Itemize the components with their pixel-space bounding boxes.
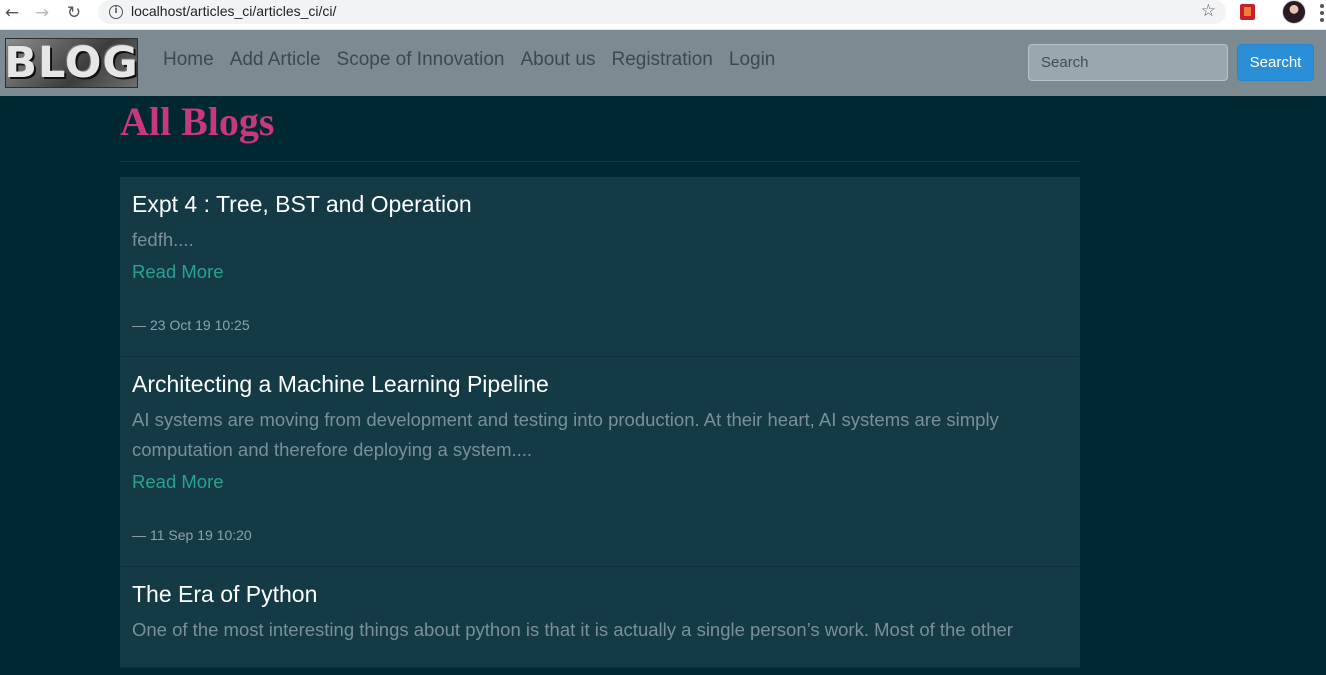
browser-toolbar: ← → ↻ i localhost/articles_ci/articles_c…	[0, 0, 1326, 30]
read-more-link[interactable]: Read More	[132, 468, 224, 496]
forward-icon[interactable]: →	[30, 2, 54, 24]
back-icon[interactable]: ←	[0, 2, 24, 24]
nav-link-about-us[interactable]: About us	[512, 49, 603, 71]
post-excerpt: One of the most interesting things about…	[132, 619, 1013, 640]
post-date: —23 Oct 19 10:25	[132, 316, 1068, 334]
nav-link-scope-of-innovation[interactable]: Scope of Innovation	[329, 49, 513, 71]
post-date: —11 Sep 19 10:20	[132, 526, 1068, 544]
logo-text: BLOG	[5, 38, 138, 88]
date-dash: —	[132, 317, 146, 333]
profile-avatar[interactable]	[1282, 0, 1306, 24]
nav-link-login[interactable]: Login	[721, 49, 784, 71]
post-list: Expt 4 : Tree, BST and Operation fedfh..…	[120, 177, 1080, 668]
post-excerpt: fedfh....	[132, 229, 194, 250]
title-divider	[120, 161, 1080, 162]
search-input[interactable]	[1028, 44, 1228, 81]
post-item: Expt 4 : Tree, BST and Operation fedfh..…	[120, 177, 1080, 357]
post-excerpt: AI systems are moving from development a…	[132, 409, 999, 460]
post-item: The Era of Python One of the most intere…	[120, 567, 1080, 668]
browser-menu-icon[interactable]	[1318, 3, 1326, 23]
info-icon[interactable]: i	[109, 5, 123, 19]
address-bar[interactable]: i localhost/articles_ci/articles_ci/ci/ …	[98, 0, 1226, 24]
post-date-text: 23 Oct 19 10:25	[150, 317, 250, 333]
extension-icon[interactable]	[1240, 4, 1255, 20]
date-dash: —	[132, 527, 146, 543]
post-title[interactable]: The Era of Python	[132, 579, 1068, 609]
post-title[interactable]: Expt 4 : Tree, BST and Operation	[132, 189, 1068, 219]
post-date-text: 11 Sep 19 10:20	[150, 527, 252, 543]
nav-link-home[interactable]: Home	[155, 49, 222, 71]
page-title: All Blogs	[120, 99, 275, 144]
read-more-link[interactable]: Read More	[132, 258, 224, 286]
url-text[interactable]: localhost/articles_ci/articles_ci/ci/	[131, 3, 336, 19]
blog-logo[interactable]: BLOG	[5, 38, 138, 88]
nav-link-add-article[interactable]: Add Article	[222, 49, 329, 71]
bookmark-star-icon[interactable]: ☆	[1201, 1, 1216, 21]
nav-links: Home Add Article Scope of Innovation Abo…	[155, 30, 783, 90]
search-button[interactable]: Searcht	[1237, 44, 1314, 81]
post-item: Architecting a Machine Learning Pipeline…	[120, 357, 1080, 567]
nav-link-registration[interactable]: Registration	[603, 49, 720, 71]
reload-icon[interactable]: ↻	[62, 2, 86, 24]
post-title[interactable]: Architecting a Machine Learning Pipeline	[132, 369, 1068, 399]
site-navbar: BLOG Home Add Article Scope of Innovatio…	[0, 30, 1326, 96]
